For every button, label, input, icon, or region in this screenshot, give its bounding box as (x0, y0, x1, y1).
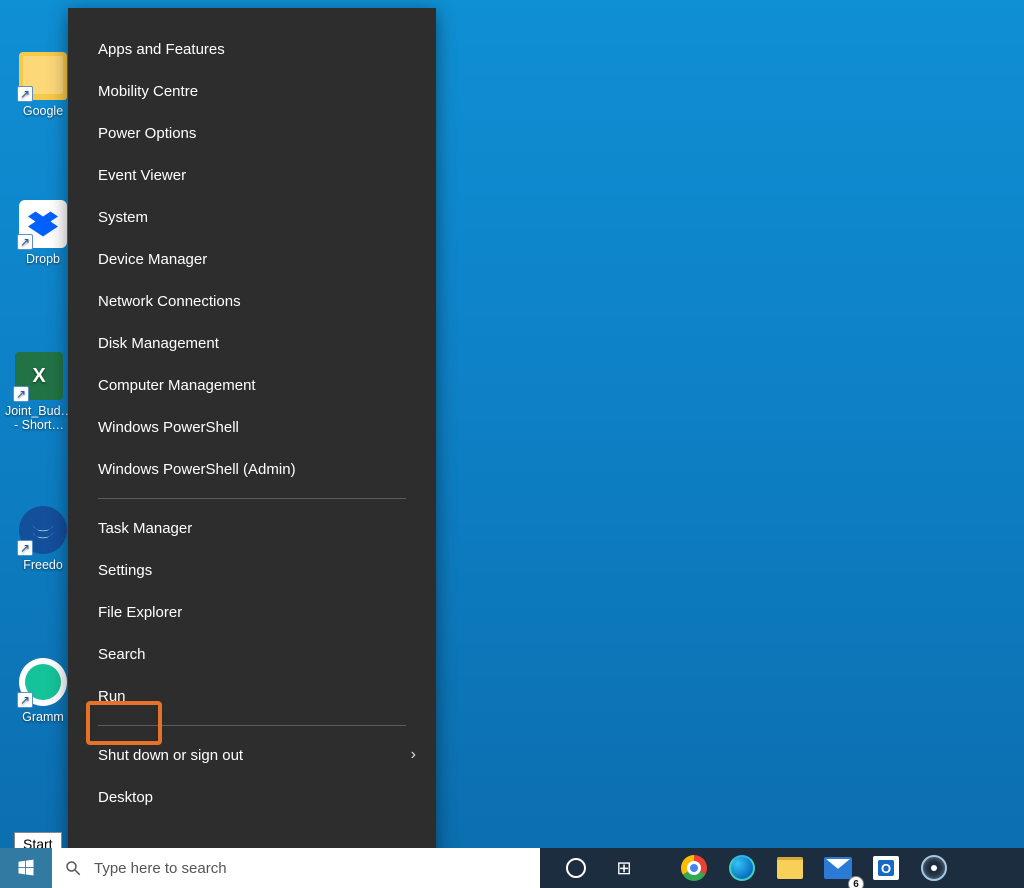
menu-item-power-options[interactable]: Power Options (68, 112, 436, 154)
taskbar-search[interactable]: Type here to search (52, 848, 540, 888)
menu-item-event-viewer[interactable]: Event Viewer (68, 154, 436, 196)
taskbar-file-explorer[interactable] (768, 848, 812, 888)
menu-item-task-manager[interactable]: Task Manager (68, 507, 436, 549)
menu-item-file-explorer[interactable]: File Explorer (68, 591, 436, 633)
task-view-icon: ⊞ (616, 858, 631, 879)
menu-item-windows-powershell[interactable]: Windows PowerShell (68, 406, 436, 448)
taskbar-mail[interactable]: 6 (816, 848, 860, 888)
menu-item-settings[interactable]: Settings (68, 549, 436, 591)
menu-separator (98, 725, 406, 726)
menu-item-disk-management[interactable]: Disk Management (68, 322, 436, 364)
cortana-button[interactable] (554, 848, 598, 888)
folder-icon (777, 857, 803, 879)
mail-badge: 6 (848, 876, 864, 888)
ring-icon (921, 855, 947, 881)
taskbar-app-ring[interactable] (912, 848, 956, 888)
taskbar-edge[interactable] (720, 848, 764, 888)
menu-item-run[interactable]: Run (68, 675, 436, 717)
menu-item-network-connections[interactable]: Network Connections (68, 280, 436, 322)
menu-item-apps-and-features[interactable]: Apps and Features (68, 28, 436, 70)
cortana-icon (566, 858, 586, 878)
shortcut-arrow-icon: ↗ (17, 86, 33, 102)
shortcut-arrow-icon: ↗ (17, 692, 33, 708)
windows-logo-icon (16, 858, 36, 878)
menu-item-shutdown-signout[interactable]: Shut down or sign out › (68, 734, 436, 776)
taskbar-outlook[interactable]: O (864, 848, 908, 888)
menu-item-desktop[interactable]: Desktop (68, 776, 436, 818)
desktop-icon-label: Joint_Bud… - Short… (4, 404, 74, 432)
menu-item-windows-powershell-admin[interactable]: Windows PowerShell (Admin) (68, 448, 436, 490)
chevron-right-icon: › (411, 746, 416, 764)
shortcut-arrow-icon: ↗ (13, 386, 29, 402)
taskbar-chrome[interactable] (672, 848, 716, 888)
power-user-menu: Apps and Features Mobility Centre Power … (68, 8, 436, 866)
edge-icon (729, 855, 755, 881)
mail-icon (824, 857, 852, 879)
menu-item-mobility-centre[interactable]: Mobility Centre (68, 70, 436, 112)
menu-item-device-manager[interactable]: Device Manager (68, 238, 436, 280)
search-placeholder: Type here to search (94, 860, 227, 877)
task-view-button[interactable]: ⊞ (602, 848, 646, 888)
menu-item-label: Shut down or sign out (98, 747, 243, 764)
outlook-icon: O (873, 856, 899, 880)
menu-item-search[interactable]: Search (68, 633, 436, 675)
start-button[interactable] (0, 848, 52, 888)
shortcut-arrow-icon: ↗ (17, 234, 33, 250)
shortcut-arrow-icon: ↗ (17, 540, 33, 556)
desktop-icon-excel[interactable]: X↗ Joint_Bud… - Short… (4, 352, 74, 432)
menu-separator (98, 498, 406, 499)
search-icon (52, 859, 94, 877)
taskbar: Type here to search ⊞ 6 O (0, 848, 1024, 888)
chrome-icon (681, 855, 707, 881)
menu-item-computer-management[interactable]: Computer Management (68, 364, 436, 406)
menu-item-system[interactable]: System (68, 196, 436, 238)
